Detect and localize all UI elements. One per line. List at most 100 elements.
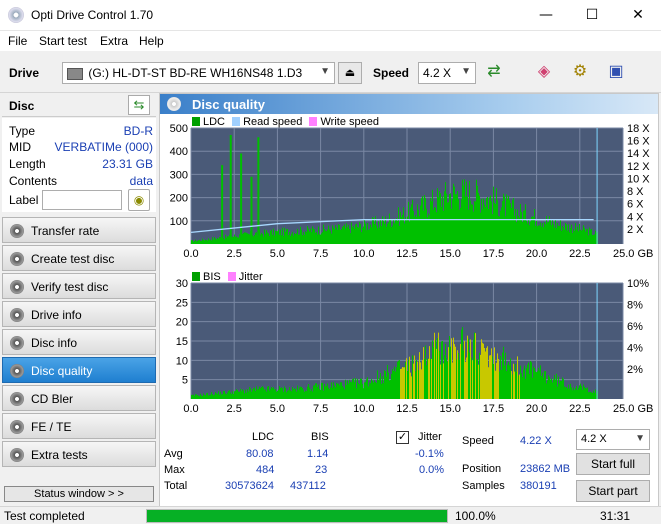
speed-select[interactable]: 4.2 X ▼ — [418, 62, 476, 84]
nav-label: Disc quality — [31, 364, 93, 378]
chevron-down-icon: ▼ — [320, 66, 330, 77]
col-bis-header: BIS — [311, 431, 329, 443]
jitter-checkbox[interactable]: ✓ — [396, 431, 409, 444]
status-window-button[interactable]: Status window > > — [4, 486, 154, 502]
menu-extra[interactable]: Extra — [100, 34, 128, 48]
x-tick-label: 5.0 — [270, 403, 285, 415]
total-ldc: 30573624 — [225, 480, 274, 492]
status-bar: Test completed 100.0% 31:31 — [0, 506, 661, 524]
nav-fe-te[interactable]: FE / TE — [2, 413, 156, 439]
avg-bis: 1.14 — [307, 448, 329, 460]
close-button[interactable]: ✕ — [615, 0, 661, 31]
x-tick-label: 0.0 — [183, 403, 198, 415]
nav-label: Extra tests — [31, 448, 88, 462]
y-tick-label: 500 — [170, 124, 188, 135]
test-speed-select[interactable]: 4.2 X ▼ — [576, 429, 650, 450]
chevron-down-icon: ▼ — [635, 433, 645, 444]
x-tick-label: 20.0 — [526, 403, 547, 415]
y-tick-label: 300 — [170, 169, 188, 181]
test-speed-value: 4.2 X — [581, 433, 607, 445]
max-bis: 23 — [315, 464, 328, 476]
disc-refresh-icon[interactable]: ⇆ — [128, 95, 150, 115]
nav-disc-quality[interactable]: Disc quality — [2, 357, 156, 383]
nav-extra-tests[interactable]: Extra tests — [2, 441, 156, 467]
x-tick-label: 12.5 — [396, 403, 417, 415]
x-tick-label: 5.0 — [270, 248, 285, 260]
disc-mid-key: MID — [9, 140, 31, 154]
nav-label: Drive info — [31, 308, 82, 322]
menu-help[interactable]: Help — [139, 34, 164, 48]
nav-create-test-disc[interactable]: Create test disc — [2, 245, 156, 271]
x-tick-label: 7.5 — [313, 248, 328, 260]
disc-mid-row: MID VERBATIMe (000) — [9, 140, 153, 156]
label-apply-icon[interactable]: ◉ — [128, 189, 150, 211]
disc-type-row: Type BD-R — [9, 124, 153, 140]
total-bis: 437112 — [290, 480, 326, 492]
x-tick-label: 17.5 — [483, 248, 504, 260]
disc-contents-value: data — [129, 174, 153, 188]
disc-icon — [10, 252, 24, 266]
x-tick-label: 10.0 — [353, 403, 374, 415]
y-right-tick-label: 12 X — [627, 161, 650, 173]
x-tick-label: 7.5 — [313, 403, 328, 415]
minimize-button[interactable]: — — [523, 0, 569, 31]
nav-label: Verify test disc — [31, 280, 109, 294]
y-right-tick-label: 6 X — [627, 199, 644, 211]
x-tick-label: 25.0 GB — [613, 403, 653, 415]
disc-contents-key: Contents — [9, 174, 58, 188]
menu-file[interactable]: File — [8, 34, 27, 48]
start-full-button[interactable]: Start full — [576, 453, 650, 475]
disc-icon — [10, 392, 24, 406]
disc-icon — [10, 308, 24, 322]
drive-icon — [67, 67, 83, 80]
drive-label: Drive — [9, 66, 40, 80]
nav-cd-bler[interactable]: CD Bler — [2, 385, 156, 411]
start-part-button[interactable]: Start part — [576, 480, 650, 502]
eject-button[interactable]: ⏏ — [338, 62, 362, 84]
x-tick-label: 25.0 GB — [613, 248, 653, 260]
disc-icon — [167, 97, 181, 111]
status-text: Test completed — [4, 509, 85, 523]
drive-select[interactable]: (G:) HL-DT-ST BD-RE WH16NS48 1.D3 ▼ — [62, 62, 335, 84]
avg-jitter: -0.1% — [415, 448, 444, 460]
speed-stat-value: 4.22 X — [520, 435, 552, 447]
col-ldc-header: LDC — [252, 431, 275, 443]
jitter-label: Jitter — [418, 431, 442, 443]
nav-drive-info[interactable]: Drive info — [2, 301, 156, 327]
y-right-tick-label: 18 X — [627, 124, 650, 135]
elapsed-time: 31:31 — [600, 509, 631, 523]
nav-verify-test-disc[interactable]: Verify test disc — [2, 273, 156, 299]
y-right-tick-label: 2% — [627, 364, 643, 376]
x-tick-label: 22.5 — [569, 403, 590, 415]
y-tick-label: 400 — [170, 146, 188, 158]
disc-length-value: 23.31 GB — [102, 157, 153, 171]
disc-icon — [10, 420, 24, 434]
nav-transfer-rate[interactable]: Transfer rate — [2, 217, 156, 243]
samples-value: 380191 — [520, 480, 557, 492]
nav-disc-info[interactable]: Disc info — [2, 329, 156, 355]
refresh-icon[interactable]: ⇄ — [481, 60, 507, 86]
maximize-button[interactable]: ☐ — [569, 0, 615, 31]
x-tick-label: 10.0 — [353, 248, 374, 260]
x-tick-label: 2.5 — [227, 403, 242, 415]
menu-bar: File Start test Extra Help — [0, 31, 661, 51]
x-tick-label: 22.5 — [569, 248, 590, 260]
y-tick-label: 30 — [176, 279, 188, 290]
x-tick-label: 17.5 — [483, 403, 504, 415]
nav-label: Disc info — [31, 336, 78, 350]
menu-start-test[interactable]: Start test — [39, 34, 87, 48]
disc-header: Disc ⇆ — [2, 93, 156, 117]
avg-ldc: 80.08 — [246, 448, 274, 460]
disc-label-input[interactable] — [42, 190, 122, 210]
x-tick-label: 2.5 — [227, 248, 242, 260]
disc-type-value: BD-R — [123, 124, 153, 138]
y-tick-label: 25 — [176, 297, 188, 309]
save-icon[interactable]: ▣ — [603, 60, 629, 86]
disc-icon — [10, 364, 24, 378]
y-right-tick-label: 4% — [627, 342, 643, 354]
y-right-tick-label: 10 X — [627, 173, 650, 185]
progress-percent: 100.0% — [455, 509, 496, 523]
settings-icon[interactable]: ⚙ — [567, 60, 593, 86]
eraser-icon[interactable]: ◈ — [531, 60, 557, 86]
progress-bar — [146, 509, 448, 523]
